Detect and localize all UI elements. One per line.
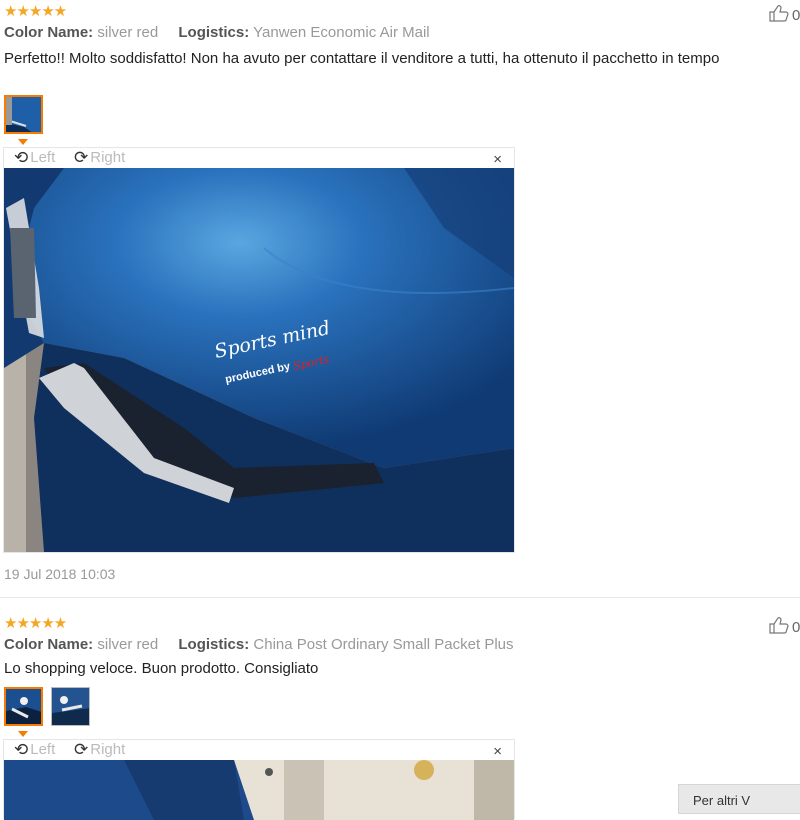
car-thumbnail-image [6, 689, 41, 724]
rotate-right-button[interactable]: ⟳ Right [74, 739, 126, 759]
rotate-right-label: Right [90, 149, 126, 166]
color-label: Color Name: [4, 24, 94, 41]
review-photo-thumbnail-2[interactable] [51, 687, 90, 726]
car-photo: Sports mind produced by Sports [4, 168, 514, 552]
logistics-label: Logistics: [178, 24, 250, 41]
car-thumbnail-image [52, 688, 89, 725]
thumbnail-pointer [18, 731, 28, 737]
close-icon[interactable]: × [493, 743, 502, 760]
rotate-left-label: Left [30, 741, 56, 758]
rotate-left-icon: ⟲ [14, 739, 29, 759]
rotate-left-button[interactable]: ⟲ Left [14, 147, 56, 167]
more-reviews-button[interactable]: Per altri V [678, 784, 800, 814]
helpful-count: 0 [792, 618, 800, 636]
review-date: 19 Jul 2018 10:03 [4, 566, 116, 582]
thumbs-up-icon [768, 616, 790, 638]
rotate-left-label: Left [30, 149, 56, 166]
review-divider [0, 597, 800, 598]
rotate-left-button[interactable]: ⟲ Left [14, 739, 56, 759]
review-meta: Color Name: silver red Logistics: China … [4, 636, 514, 653]
photo-viewer: ⟲ Left ⟳ Right × [3, 739, 515, 820]
close-icon[interactable]: × [493, 151, 502, 168]
review-photo-thumbnail[interactable] [4, 95, 43, 134]
car-photo [4, 760, 514, 820]
viewer-toolbar: ⟲ Left ⟳ Right × [4, 147, 514, 169]
star-rating: ★★★★★ [4, 615, 67, 632]
thumbnail-pointer [18, 139, 28, 145]
photo-viewer: ⟲ Left ⟳ Right × [3, 147, 515, 553]
rotate-left-icon: ⟲ [14, 147, 29, 167]
rotate-right-icon: ⟳ [74, 739, 89, 759]
review-photo-thumbnail-1[interactable] [4, 687, 43, 726]
rotate-right-button[interactable]: ⟳ Right [74, 147, 126, 167]
logistics-value: China Post Ordinary Small Packet Plus [253, 636, 514, 653]
helpful-button[interactable]: 0 [768, 616, 800, 638]
logistics-label: Logistics: [178, 636, 250, 653]
car-thumbnail-image [6, 97, 41, 132]
rotate-right-icon: ⟳ [74, 147, 89, 167]
review-comment: Perfetto!! Molto soddisfatto! Non ha avu… [4, 50, 720, 67]
thumbs-up-icon [768, 4, 790, 26]
review-comment: Lo shopping veloce. Buon prodotto. Consi… [4, 660, 319, 677]
color-value: silver red [97, 636, 159, 653]
helpful-count: 0 [792, 6, 800, 24]
review-meta: Color Name: silver red Logistics: Yanwen… [4, 24, 430, 41]
color-value: silver red [97, 24, 159, 41]
star-rating: ★★★★★ [4, 3, 67, 20]
helpful-button[interactable]: 0 [768, 4, 800, 26]
logistics-value: Yanwen Economic Air Mail [253, 24, 430, 41]
color-label: Color Name: [4, 636, 94, 653]
viewer-toolbar: ⟲ Left ⟳ Right × [4, 739, 514, 761]
rotate-right-label: Right [90, 741, 126, 758]
